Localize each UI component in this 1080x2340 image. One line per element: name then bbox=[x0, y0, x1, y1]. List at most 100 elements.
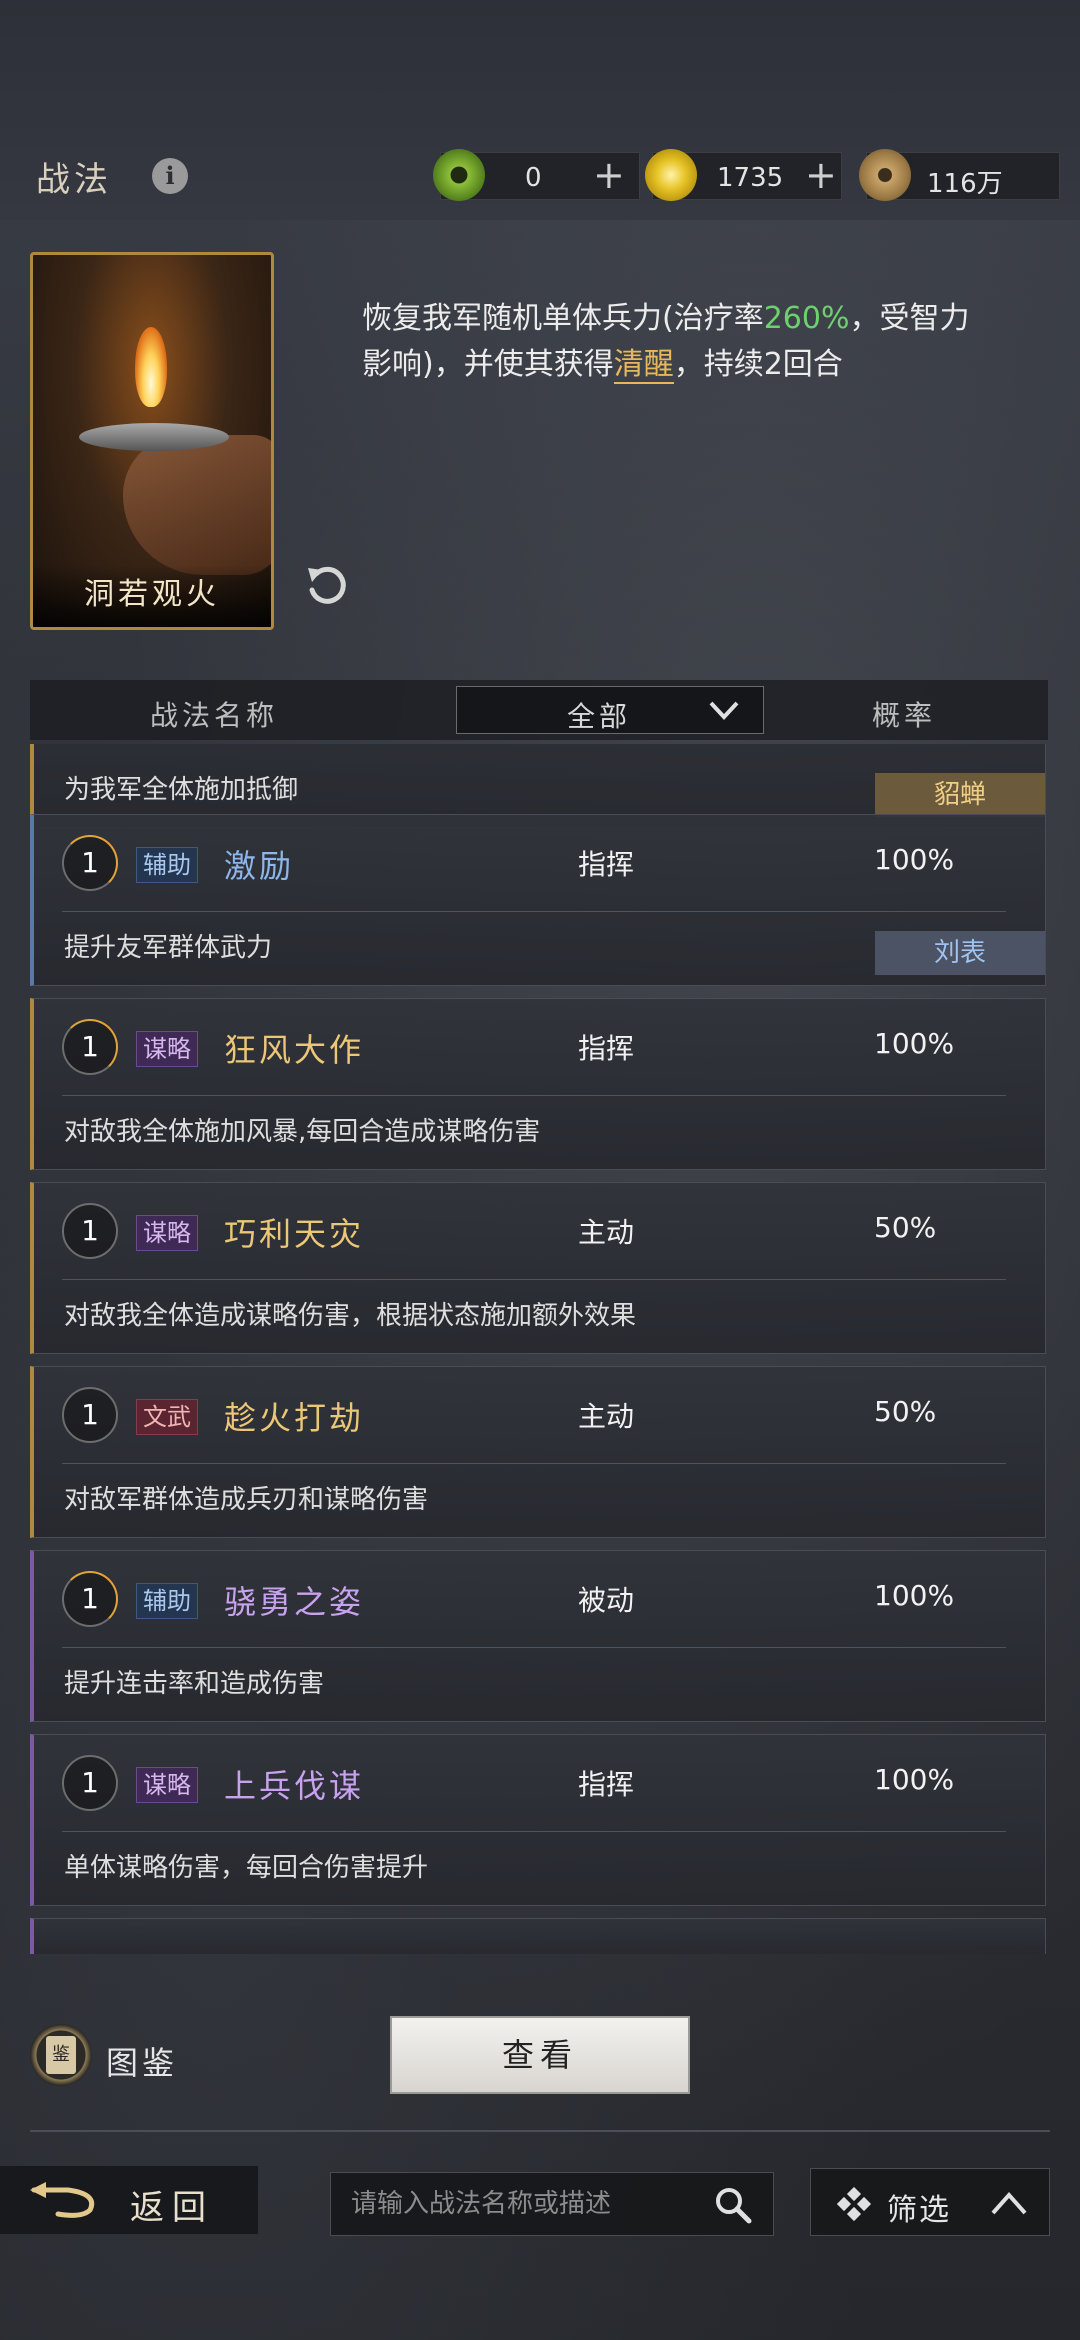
level-badge: 1 bbox=[62, 1019, 118, 1075]
card-art-flame bbox=[135, 327, 167, 407]
skill-rate: 100% bbox=[874, 843, 955, 876]
card-art-candle bbox=[79, 423, 229, 451]
skill-tag: 谋略 bbox=[136, 1767, 198, 1803]
add-jade-button[interactable]: + bbox=[593, 155, 625, 195]
skill-list[interactable]: 为我军全体施加抵御 貂蝉 1 辅助 激励 指挥 100% 提升友军群体武力 刘表… bbox=[0, 744, 1080, 1954]
skill-desc: 对敌军群体造成兵刃和谋略伤害 bbox=[64, 1485, 429, 1515]
skill-rate: 50% bbox=[874, 1211, 937, 1244]
skill-name: 狂风大作 bbox=[224, 1031, 365, 1069]
currency-copper-value: 116万 bbox=[927, 169, 1003, 199]
owner-badge[interactable]: 貂蝉 bbox=[875, 773, 1045, 817]
filter-label: 筛选 bbox=[887, 2193, 951, 2228]
row-divider bbox=[62, 911, 1006, 912]
row-divider bbox=[62, 1279, 1006, 1280]
skill-tag: 文武 bbox=[136, 1399, 198, 1435]
skill-type: 主动 bbox=[578, 1400, 635, 1433]
skill-desc: 为我军全体施加抵御 bbox=[64, 775, 299, 805]
skill-rate: 100% bbox=[874, 1763, 955, 1796]
skill-type: 指挥 bbox=[578, 1032, 635, 1065]
list-item[interactable]: 1 谋略 上兵伐谋 指挥 100% 单体谋略伤害，每回合伤害提升 bbox=[30, 1734, 1046, 1906]
search-icon[interactable] bbox=[713, 2185, 753, 2225]
atlas-label: 图鉴 bbox=[106, 2044, 179, 2082]
column-rate-header: 概率 bbox=[872, 699, 937, 732]
row-divider bbox=[62, 1831, 1006, 1832]
skill-card[interactable]: 洞若观火 bbox=[30, 252, 274, 630]
currency-gold-value: 1735 bbox=[717, 163, 784, 193]
row-divider bbox=[62, 1095, 1006, 1096]
category-dropdown[interactable]: 全部 bbox=[456, 686, 764, 734]
row-divider bbox=[62, 1463, 1006, 1464]
copper-coin-icon bbox=[859, 149, 911, 201]
view-button[interactable]: 查看 bbox=[390, 2016, 690, 2094]
skill-name: 上兵伐谋 bbox=[224, 1767, 365, 1805]
owner-badge[interactable]: 刘表 bbox=[875, 931, 1045, 975]
skill-name: 骁勇之姿 bbox=[224, 1583, 365, 1621]
list-item[interactable]: 1 谋略 狂风大作 指挥 100% 对敌我全体施加风暴,每回合造成谋略伤害 bbox=[30, 998, 1046, 1170]
skill-detail: 洞若观火 恢复我军随机单体兵力(治疗率260%，受智力影响)，并使其获得清醒，持… bbox=[0, 220, 1080, 640]
list-item[interactable]: 1 文武 趁火打劫 主动 50% 对敌军群体造成兵刃和谋略伤害 bbox=[30, 1366, 1046, 1538]
desc-text-3: ，持续2回合 bbox=[673, 347, 843, 382]
skill-rate: 100% bbox=[874, 1027, 955, 1060]
list-item[interactable] bbox=[30, 1918, 1046, 1954]
skill-tag: 谋略 bbox=[136, 1215, 198, 1251]
gold-coin-icon bbox=[645, 149, 697, 201]
bottom-divider bbox=[30, 2130, 1050, 2132]
info-icon[interactable]: i bbox=[152, 158, 188, 194]
skill-type: 指挥 bbox=[578, 1768, 635, 1801]
refresh-icon[interactable] bbox=[302, 560, 352, 610]
atlas-icon: 鉴 bbox=[30, 2024, 92, 2086]
skill-tag: 辅助 bbox=[136, 847, 198, 883]
currency-copper: 116万 bbox=[859, 149, 1060, 201]
search-box bbox=[330, 2172, 774, 2236]
column-name-header: 战法名称 bbox=[150, 699, 279, 732]
level-badge: 1 bbox=[62, 1755, 118, 1811]
card-art-hand bbox=[123, 435, 271, 575]
chevron-down-icon bbox=[709, 701, 739, 720]
skill-desc: 对敌我全体施加风暴,每回合造成谋略伤害 bbox=[64, 1117, 541, 1147]
level-badge: 1 bbox=[62, 1571, 118, 1627]
atlas-button[interactable]: 鉴 图鉴 bbox=[30, 2024, 210, 2088]
skill-desc: 提升连击率和造成伤害 bbox=[64, 1669, 325, 1699]
level-badge: 1 bbox=[62, 835, 118, 891]
back-arrow-icon bbox=[30, 2182, 95, 2218]
list-header: 战法名称 全部 概率 bbox=[30, 680, 1048, 740]
skill-desc: 单体谋略伤害，每回合伤害提升 bbox=[64, 1853, 429, 1883]
currency-jade-value: 0 bbox=[525, 163, 542, 193]
row-divider bbox=[62, 1647, 1006, 1648]
skill-desc: 对敌我全体造成谋略伤害，根据状态施加额外效果 bbox=[64, 1301, 637, 1331]
list-item[interactable]: 1 辅助 骁勇之姿 被动 100% 提升连击率和造成伤害 bbox=[30, 1550, 1046, 1722]
level-badge: 1 bbox=[62, 1203, 118, 1259]
skill-desc: 提升友军群体武力 bbox=[64, 933, 273, 963]
level-badge: 1 bbox=[62, 1387, 118, 1443]
chevron-up-icon bbox=[991, 2191, 1027, 2215]
skill-rate: 50% bbox=[874, 1395, 937, 1428]
filter-button[interactable]: 筛选 bbox=[810, 2168, 1050, 2236]
category-dropdown-label: 全部 bbox=[567, 700, 632, 733]
jade-coin-icon bbox=[433, 149, 485, 201]
skill-type: 指挥 bbox=[578, 848, 635, 881]
add-gold-button[interactable]: + bbox=[805, 155, 837, 195]
skill-tag: 辅助 bbox=[136, 1583, 198, 1619]
search-input[interactable] bbox=[351, 2173, 721, 2235]
atlas-icon-glyph: 鉴 bbox=[46, 2036, 76, 2074]
back-label: 返回 bbox=[130, 2188, 214, 2228]
card-name: 洞若观火 bbox=[84, 577, 220, 612]
status-link[interactable]: 清醒 bbox=[613, 347, 674, 384]
currency-gold: 1735 + bbox=[645, 149, 842, 201]
list-item[interactable]: 1 谋略 巧利天灾 主动 50% 对敌我全体造成谋略伤害，根据状态施加额外效果 bbox=[30, 1182, 1046, 1354]
top-bar: 战法 i 0 + 1735 + 116万 bbox=[0, 0, 1080, 220]
skill-name: 激励 bbox=[224, 847, 295, 885]
page-title: 战法 bbox=[36, 160, 112, 200]
skill-name: 巧利天灾 bbox=[224, 1215, 365, 1253]
back-button[interactable]: 返回 bbox=[0, 2166, 258, 2234]
skill-type: 被动 bbox=[578, 1584, 635, 1617]
skill-name: 趁火打劫 bbox=[224, 1399, 365, 1437]
list-item[interactable]: 1 辅助 激励 指挥 100% 提升友军群体武力 刘表 bbox=[30, 814, 1046, 986]
skill-description: 恢复我军随机单体兵力(治疗率260%，受智力影响)，并使其获得清醒，持续2回合 bbox=[362, 296, 982, 388]
filter-icon bbox=[837, 2187, 872, 2222]
desc-text-1: 恢复我军随机单体兵力(治疗率 bbox=[362, 301, 764, 336]
heal-rate-value: 260% bbox=[763, 301, 850, 336]
currency-jade: 0 + bbox=[433, 149, 640, 201]
skill-rate: 100% bbox=[874, 1579, 955, 1612]
skill-tag: 谋略 bbox=[136, 1031, 198, 1067]
